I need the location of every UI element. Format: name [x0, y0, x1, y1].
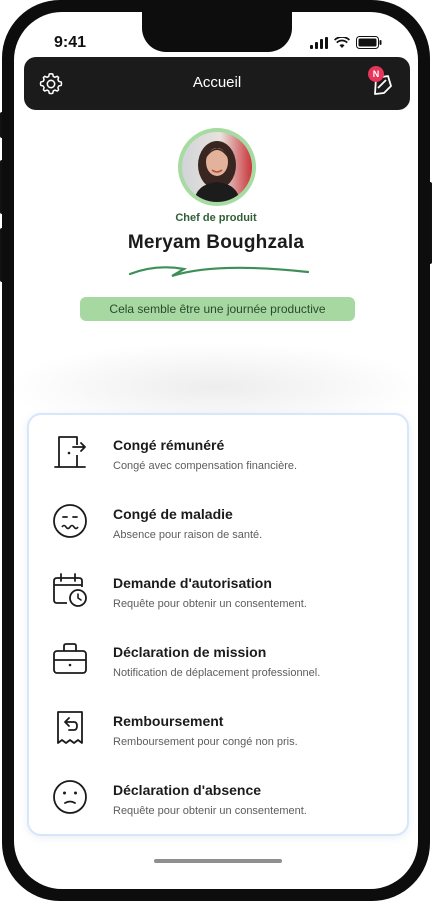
request-subtitle: Remboursement pour congé non pris.: [113, 736, 298, 748]
request-item-conge-remunere[interactable]: Congé rémunéré Congé avec compensation f…: [51, 433, 391, 489]
request-subtitle: Congé avec compensation financière.: [113, 460, 298, 472]
briefcase-icon: [53, 643, 87, 674]
request-subtitle: Notification de déplacement professionne…: [113, 667, 321, 679]
header-title: Accueil: [192, 74, 242, 91]
request-subtitle: Requête pour obtenir un consentement.: [113, 598, 307, 610]
avatar[interactable]: [178, 128, 256, 206]
request-item-declaration-absence[interactable]: Déclaration d'absence Requête pour obten…: [51, 778, 391, 834]
battery-icon: [356, 36, 382, 49]
sick-face-icon: [53, 504, 87, 538]
request-item-declaration-mission[interactable]: Déclaration de mission Notification de d…: [51, 640, 391, 696]
signal-icon: [310, 36, 328, 49]
neutral-face-icon: [53, 780, 87, 814]
status-icons: [310, 36, 382, 49]
request-title: Déclaration de mission: [113, 644, 267, 660]
request-item-demande-autorisation[interactable]: Demande d'autorisation Requête pour obte…: [51, 571, 391, 627]
screen: 9:41 Accueil N Chef de produit Meryam Bo…: [14, 12, 418, 889]
status-time: 9:41: [54, 34, 87, 51]
mood-banner: Cela semble être une journée productive: [80, 297, 355, 321]
request-subtitle: Requête pour obtenir un consentement.: [113, 805, 307, 817]
calendar-clock-icon: [53, 573, 87, 607]
home-indicator[interactable]: [154, 859, 282, 863]
request-item-remboursement[interactable]: Remboursement Remboursement pour congé n…: [51, 709, 391, 765]
notification-badge: N: [368, 66, 384, 82]
profile-name: Meryam Boughzala: [127, 232, 305, 253]
header-bar: Accueil N: [24, 57, 410, 110]
profile-role: Chef de produit: [175, 212, 257, 224]
requests-card: Congé rémunéré Congé avec compensation f…: [27, 413, 409, 836]
wifi-icon: [334, 36, 350, 48]
request-title: Congé rémunéré: [113, 437, 225, 453]
receipt-refund-icon: [57, 711, 83, 744]
request-title: Demande d'autorisation: [113, 575, 272, 591]
person-portrait-icon: [194, 141, 240, 202]
signature-swoosh-icon: [128, 266, 310, 278]
request-title: Déclaration d'absence: [113, 782, 262, 798]
notch: [142, 12, 292, 52]
request-subtitle: Absence pour raison de santé.: [113, 529, 263, 541]
door-exit-icon: [54, 436, 86, 468]
request-title: Congé de maladie: [113, 506, 233, 522]
request-item-conge-maladie[interactable]: Congé de maladie Absence pour raison de …: [51, 502, 391, 558]
request-title: Remboursement: [113, 713, 224, 729]
phone-frame: 9:41 Accueil N Chef de produit Meryam Bo…: [2, 0, 430, 901]
avatar-photo: [182, 132, 252, 202]
